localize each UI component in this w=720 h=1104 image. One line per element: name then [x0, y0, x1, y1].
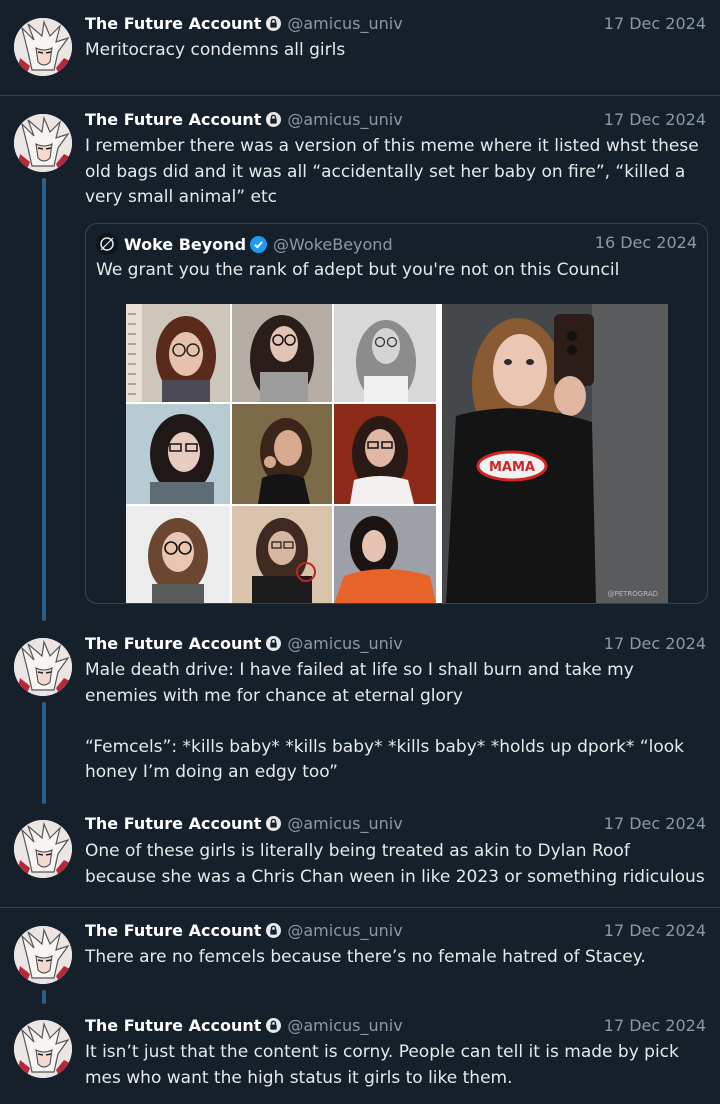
tweet-5[interactable]: The Future Account @amicus_univ 17 Dec 20…: [0, 908, 720, 1006]
tweet-date[interactable]: 17 Dec 2024: [604, 1016, 706, 1035]
shirt-logo-text: MAMA: [489, 460, 535, 475]
quote-author-name[interactable]: Woke Beyond: [124, 235, 246, 254]
lock-icon: [266, 816, 282, 835]
image-watermark: @PETROGRAD: [607, 590, 658, 598]
lock-icon: [266, 636, 282, 655]
photo-4: [126, 404, 230, 504]
quote-author-handle[interactable]: @WokeBeyond: [273, 235, 393, 254]
quote-image-collage[interactable]: MAMA @PETROGRAD: [126, 304, 668, 603]
tweet-header: The Future Account @amicus_univ 17 Dec 20…: [85, 14, 706, 36]
tweet-date[interactable]: 17 Dec 2024: [604, 921, 706, 940]
avatar[interactable]: [14, 18, 72, 76]
quote-date[interactable]: 16 Dec 2024: [595, 233, 697, 252]
tweet-text: Male death drive: I have failed at life …: [85, 660, 685, 782]
avatar[interactable]: [14, 1020, 72, 1078]
tweet-text: Meritocracy condemns all girls: [85, 40, 346, 60]
photo-8: [232, 506, 332, 603]
lock-icon: [266, 923, 282, 942]
photo-7: [126, 506, 230, 603]
tweet-text: There are no femcels because there’s no …: [85, 947, 646, 967]
avatar[interactable]: [14, 114, 72, 172]
quote-header: Woke Beyond @WokeBeyond 16 Dec 2024: [96, 233, 697, 255]
avatar[interactable]: [14, 638, 72, 696]
author-handle[interactable]: @amicus_univ: [287, 634, 402, 653]
author-handle[interactable]: @amicus_univ: [287, 921, 402, 940]
author-handle[interactable]: @amicus_univ: [287, 110, 402, 129]
author-handle[interactable]: @amicus_univ: [287, 1016, 402, 1035]
tweet-date[interactable]: 17 Dec 2024: [604, 634, 706, 653]
tweet-header: The Future Account @amicus_univ 17 Dec 20…: [85, 814, 706, 836]
tweet-date[interactable]: 17 Dec 2024: [604, 110, 706, 129]
quote-text: We grant you the rank of adept but you'r…: [96, 260, 620, 280]
author-name[interactable]: The Future Account: [85, 921, 261, 940]
author-handle[interactable]: @amicus_univ: [287, 814, 402, 833]
lock-icon: [266, 16, 282, 35]
author-handle[interactable]: @amicus_univ: [287, 14, 402, 33]
author-name[interactable]: The Future Account: [85, 14, 261, 33]
author-name[interactable]: The Future Account: [85, 814, 261, 833]
avatar[interactable]: [14, 926, 72, 984]
photo-selfie: MAMA @PETROGRAD: [442, 304, 668, 603]
tweet-4[interactable]: The Future Account @amicus_univ 17 Dec 20…: [0, 800, 720, 907]
tweet-3[interactable]: The Future Account @amicus_univ 17 Dec 20…: [0, 620, 720, 806]
author-name[interactable]: The Future Account: [85, 634, 261, 653]
photo-9: [334, 506, 436, 603]
tweet-header: The Future Account @amicus_univ 17 Dec 20…: [85, 110, 706, 132]
lock-icon: [266, 1018, 282, 1037]
photo-3: [334, 304, 436, 402]
tweet-text: It isn’t just that the content is corny.…: [85, 1042, 685, 1088]
tweet-1[interactable]: The Future Account @amicus_univ 17 Dec 20…: [0, 0, 720, 95]
tweet-header: The Future Account @amicus_univ 17 Dec 20…: [85, 921, 706, 943]
tweet-header: The Future Account @amicus_univ 17 Dec 20…: [85, 1016, 706, 1038]
photo-1: [126, 304, 230, 402]
author-name[interactable]: The Future Account: [85, 1016, 261, 1035]
photo-5: [232, 404, 332, 504]
quote-avatar[interactable]: [96, 233, 118, 255]
photo-2: [232, 304, 332, 402]
quoted-tweet[interactable]: Woke Beyond @WokeBeyond 16 Dec 2024 We gr…: [85, 223, 708, 604]
avatar[interactable]: [14, 820, 72, 878]
tweet-date[interactable]: 17 Dec 2024: [604, 814, 706, 833]
verified-badge-icon: [250, 236, 268, 257]
author-name[interactable]: The Future Account: [85, 110, 261, 129]
tweet-header: The Future Account @amicus_univ 17 Dec 20…: [85, 634, 706, 656]
photo-6: [334, 404, 436, 504]
tweet-date[interactable]: 17 Dec 2024: [604, 14, 706, 33]
tweet-text: I remember there was a version of this m…: [85, 136, 705, 207]
lock-icon: [266, 112, 282, 131]
tweet-6[interactable]: The Future Account @amicus_univ 17 Dec 20…: [0, 1004, 720, 1104]
tweet-text: One of these girls is literally being tr…: [85, 841, 705, 887]
